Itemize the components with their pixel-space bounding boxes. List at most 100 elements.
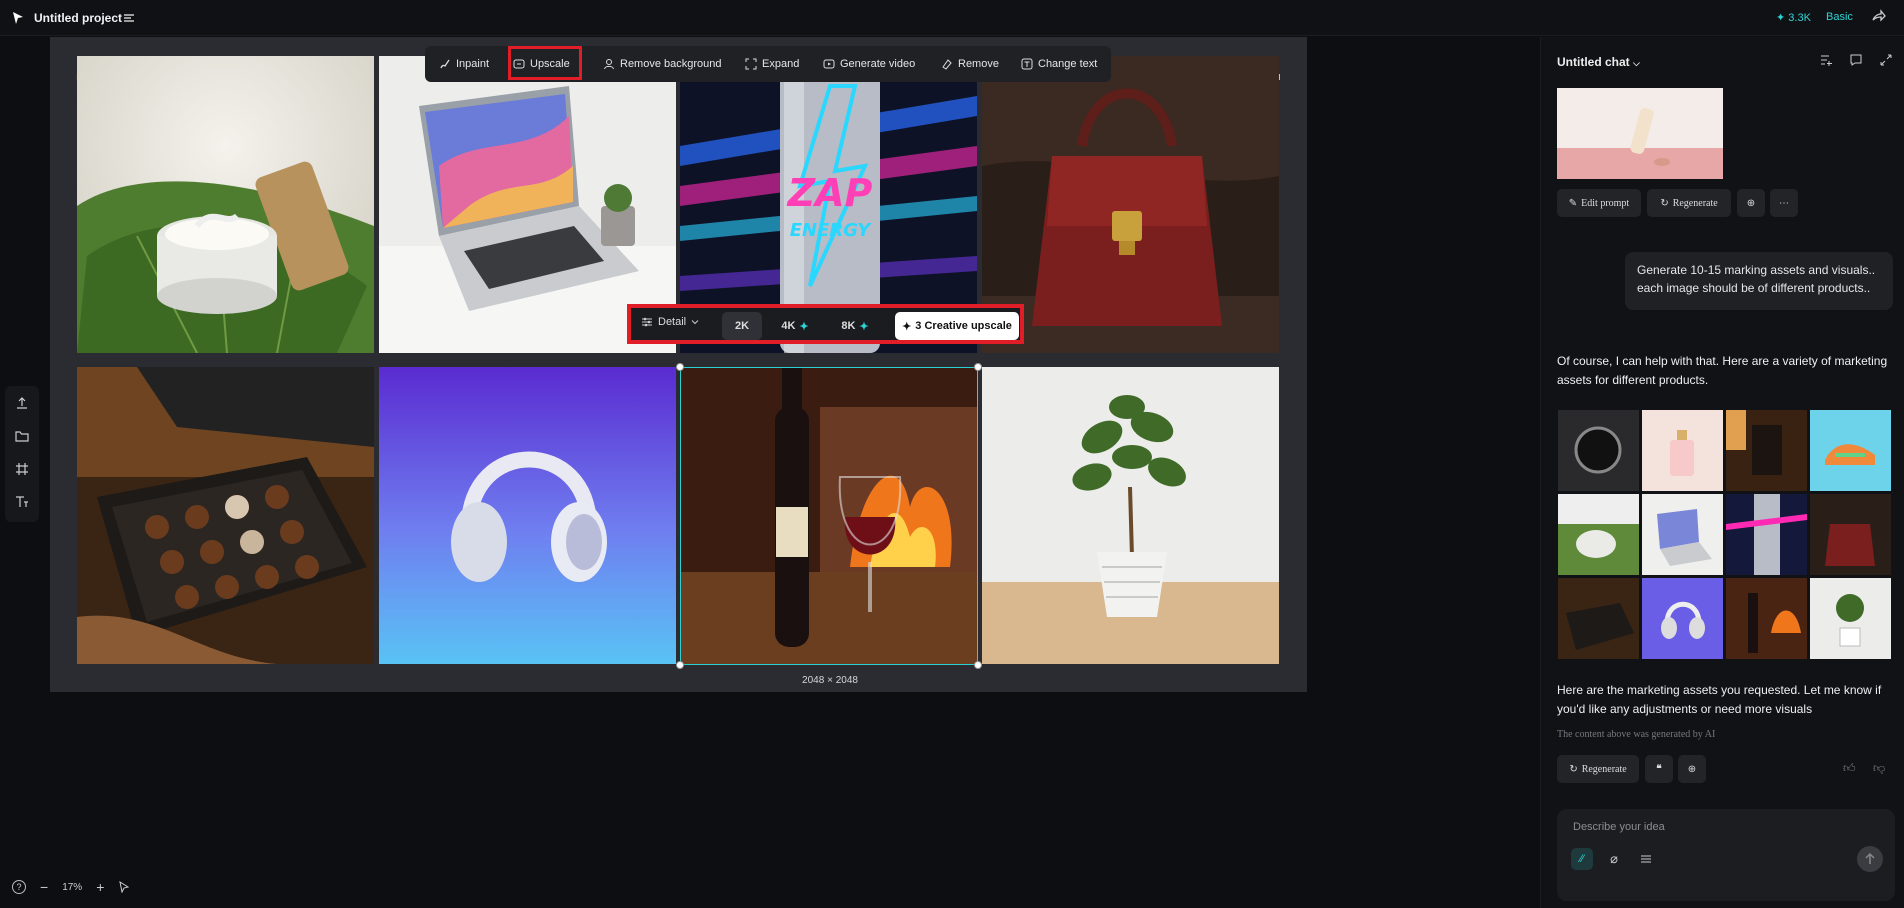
- thumb-laptop[interactable]: [1642, 494, 1723, 575]
- credits-badge[interactable]: ✦ 3.3K: [1776, 11, 1811, 24]
- sneaker-thumb: [1825, 444, 1875, 465]
- help-icon[interactable]: ?: [12, 880, 26, 894]
- image-handbag[interactable]: [982, 56, 1279, 353]
- wine-image: [680, 367, 977, 664]
- regenerate-label: Regenerate: [1672, 197, 1718, 209]
- thumb-chocolates[interactable]: [1558, 578, 1639, 659]
- laptop-thumb: [1657, 509, 1712, 566]
- option-4k-label: 4K: [781, 320, 796, 332]
- generate-video-button[interactable]: Generate video: [823, 54, 915, 74]
- plan-badge[interactable]: Basic: [1826, 11, 1853, 23]
- regenerate-label-2: Regenerate: [1581, 763, 1627, 775]
- chat-title[interactable]: Untitled chat ⌵: [1557, 55, 1640, 69]
- detail-dropdown[interactable]: Detail: [641, 316, 699, 328]
- more-button[interactable]: ⋯: [1770, 189, 1798, 217]
- target-button[interactable]: ⊕: [1737, 189, 1765, 217]
- thumb-energy[interactable]: [1726, 494, 1807, 575]
- remove-button[interactable]: Remove: [941, 54, 999, 74]
- inpaint-button[interactable]: Inpaint: [439, 54, 489, 74]
- thumb-sneaker[interactable]: [1810, 410, 1891, 491]
- attach-icon[interactable]: ⌀: [1603, 848, 1625, 870]
- regenerate-button-2[interactable]: ↻ Regenerate: [1557, 755, 1639, 783]
- expand-button[interactable]: Expand: [745, 54, 799, 74]
- composer-placeholder[interactable]: Describe your idea: [1573, 821, 1665, 833]
- collapse-icon[interactable]: [1879, 53, 1893, 67]
- refresh-icon: ↻: [1660, 197, 1669, 209]
- creative-upscale-label: 3 Creative upscale: [915, 320, 1012, 332]
- image-cream-jar[interactable]: [77, 56, 374, 353]
- sparkle-icon: ✦: [799, 320, 809, 333]
- eraser-icon: [942, 59, 952, 70]
- image-chocolates[interactable]: [77, 367, 374, 664]
- thumb-watch[interactable]: [1558, 410, 1639, 491]
- cream-thumb: [1558, 494, 1639, 558]
- regenerate-button[interactable]: ↻ Regenerate: [1647, 189, 1731, 217]
- logo-icon[interactable]: [10, 10, 26, 26]
- ai-intro-text: Of course, I can help with that. Here ar…: [1557, 354, 1888, 387]
- target-button-2[interactable]: ⊕: [1678, 755, 1706, 783]
- change-text-button[interactable]: Change text: [1021, 54, 1097, 74]
- edit-prompt-label: Edit prompt: [1581, 197, 1630, 209]
- zoom-in-icon[interactable]: +: [96, 879, 104, 895]
- watch-thumb: [1574, 426, 1622, 474]
- send-button[interactable]: [1857, 846, 1883, 872]
- quote-button[interactable]: ❝: [1645, 755, 1673, 783]
- project-title[interactable]: Untitled project: [34, 11, 122, 25]
- inpaint-label: Inpaint: [456, 58, 490, 70]
- arrow-up-icon: [1865, 852, 1875, 864]
- sparkle-icon: ✦: [902, 320, 912, 333]
- settings-sliders-icon[interactable]: [1635, 848, 1657, 870]
- upload-icon[interactable]: [15, 396, 29, 410]
- svg-text:ZAP: ZAP: [787, 171, 873, 215]
- option-8k[interactable]: 8K ✦: [831, 312, 879, 340]
- remove-background-button[interactable]: Remove background: [603, 54, 722, 74]
- chat-bubble-icon[interactable]: [1849, 53, 1863, 67]
- more-icon: ⋯: [1779, 197, 1789, 209]
- text-icon: [1021, 58, 1033, 70]
- folder-icon[interactable]: [15, 429, 29, 443]
- expand-label: Expand: [762, 58, 800, 70]
- thumb-coffee[interactable]: [1726, 410, 1807, 491]
- chocolates-thumb: [1566, 603, 1634, 650]
- zoom-level[interactable]: 17%: [62, 882, 82, 893]
- thumb-handbag[interactable]: [1810, 494, 1891, 575]
- target-icon: ⊕: [1687, 763, 1697, 775]
- share-icon[interactable]: [1870, 9, 1886, 25]
- new-chat-icon[interactable]: [1819, 53, 1833, 67]
- pointer-icon[interactable]: [118, 881, 130, 893]
- image-plant[interactable]: [982, 367, 1279, 664]
- creative-upscale-button[interactable]: ✦ 3 Creative upscale: [895, 312, 1019, 340]
- chat-composer[interactable]: Describe your idea ⁄⁄ ⌀: [1557, 809, 1895, 901]
- reference-image[interactable]: [1557, 88, 1723, 179]
- image-headphones[interactable]: [379, 367, 676, 664]
- ai-disclaimer: The content above was generated by AI: [1557, 729, 1716, 740]
- zoom-out-icon[interactable]: −: [40, 879, 48, 895]
- chocolates-image: [77, 367, 374, 664]
- svg-text:ENERGY: ENERGY: [790, 220, 873, 241]
- thumb-perfume[interactable]: [1642, 410, 1723, 491]
- target-icon: ⊕: [1746, 197, 1756, 209]
- option-2k[interactable]: 2K: [722, 312, 762, 340]
- upscale-icon: [513, 59, 525, 69]
- magic-icon[interactable]: ⁄⁄: [1571, 848, 1593, 870]
- thumbs-up-icon[interactable]: 👍︎: [1843, 761, 1856, 776]
- edit-prompt-button[interactable]: ✎ Edit prompt: [1557, 189, 1641, 217]
- option-4k[interactable]: 4K ✦: [771, 312, 819, 340]
- text-tool-icon[interactable]: [15, 495, 29, 509]
- generate-video-label: Generate video: [840, 58, 916, 70]
- thumb-plant[interactable]: [1810, 578, 1891, 659]
- thumb-headphones[interactable]: [1642, 578, 1723, 659]
- thumbs-down-icon[interactable]: 👎︎: [1873, 761, 1885, 776]
- menu-icon[interactable]: [122, 11, 136, 25]
- thumb-cream[interactable]: [1558, 494, 1639, 575]
- chat-panel: Untitled chat ⌵ ✎ Edit prompt ↻ Regenerate…: [1540, 37, 1904, 908]
- upscale-button[interactable]: Upscale: [513, 54, 570, 74]
- image-wine[interactable]: [680, 367, 977, 664]
- plant-thumb: [1836, 594, 1864, 647]
- frame-icon[interactable]: [15, 462, 29, 476]
- zoom-bar: ? − 17% +: [12, 879, 130, 895]
- upscale-label: Upscale: [530, 58, 570, 70]
- left-toolbar: [5, 386, 39, 522]
- thumb-wine[interactable]: [1726, 578, 1807, 659]
- edit-icon: ✎: [1568, 197, 1578, 209]
